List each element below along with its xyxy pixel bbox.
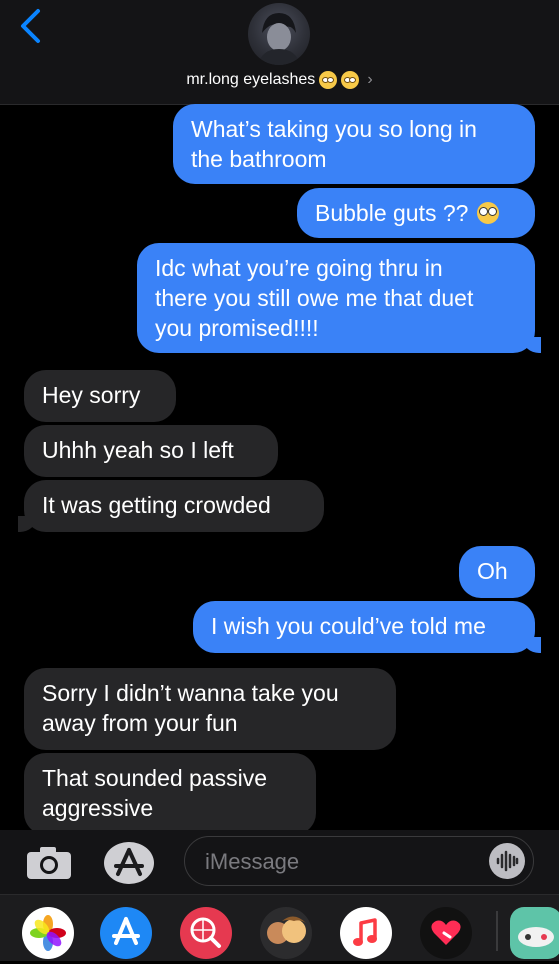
message-text: Oh xyxy=(477,558,508,584)
message-line: Idc what you’re going thru in xyxy=(155,255,443,281)
message-text: Uhhh yeah so I left xyxy=(42,437,234,463)
message-input-placeholder: iMessage xyxy=(205,849,300,874)
eye-roll-emoji-icon xyxy=(319,71,338,89)
camera-icon[interactable] xyxy=(26,846,72,880)
message-bubble-incoming[interactable]: Sorry I didn’t wanna take you away from … xyxy=(24,668,396,750)
message-bubble-incoming[interactable]: Hey sorry xyxy=(24,370,176,422)
message-line: Sorry I didn’t wanna take you xyxy=(42,680,339,706)
photos-icon[interactable] xyxy=(22,907,74,959)
message-line: aggressive xyxy=(42,795,154,821)
chevron-right-icon: › xyxy=(367,71,373,88)
message-line: away from your fun xyxy=(42,710,238,736)
contact-name: mr.long eyelashes xyxy=(186,71,316,88)
message-line: What’s taking you so long in xyxy=(191,116,477,142)
memoji-icon[interactable] xyxy=(260,907,312,959)
app-drawer xyxy=(0,894,559,961)
app-store-icon[interactable] xyxy=(100,907,152,959)
message-bubble-incoming[interactable]: Uhhh yeah so I left xyxy=(24,425,278,477)
message-bubble-outgoing[interactable]: Bubble guts ?? xyxy=(297,188,535,238)
message-text: I wish you could’ve told me xyxy=(211,613,486,639)
message-text: It was getting crowded xyxy=(42,492,271,518)
contact-name-row[interactable]: mr.long eyelashes › xyxy=(0,68,559,92)
message-bubble-outgoing[interactable]: Idc what you’re going thru in there you … xyxy=(137,243,541,353)
message-bubble-incoming[interactable]: It was getting crowded xyxy=(18,480,324,532)
contact-avatar[interactable] xyxy=(248,3,310,65)
drawer-separator xyxy=(496,911,498,951)
audio-waveform-icon[interactable] xyxy=(489,843,525,879)
flushed-emoji-icon xyxy=(476,202,499,224)
message-line: you promised!!!! xyxy=(155,315,319,341)
message-bubble-outgoing[interactable]: Oh xyxy=(459,546,535,598)
message-input[interactable]: iMessage xyxy=(184,836,534,886)
app-store-icon[interactable] xyxy=(104,842,154,884)
message-line: That sounded passive xyxy=(42,765,268,791)
message-bubble-incoming[interactable]: That sounded passive aggressive xyxy=(24,753,316,835)
web-search-icon[interactable] xyxy=(180,907,232,959)
digital-touch-icon[interactable] xyxy=(420,907,472,959)
music-icon[interactable] xyxy=(340,907,392,959)
back-chevron-icon[interactable] xyxy=(16,8,46,44)
message-bubble-outgoing[interactable]: I wish you could’ve told me xyxy=(193,601,541,653)
message-line: the bathroom xyxy=(191,146,327,172)
message-text: Bubble guts ?? xyxy=(315,200,469,226)
compose-bar: iMessage xyxy=(0,830,559,894)
conversation-header: mr.long eyelashes › xyxy=(0,0,559,105)
message-line: there you still owe me that duet xyxy=(155,285,474,311)
eye-roll-emoji-icon xyxy=(341,71,360,89)
game-icon[interactable] xyxy=(510,907,559,959)
message-text: Hey sorry xyxy=(42,382,141,408)
message-bubble-outgoing[interactable]: What’s taking you so long in the bathroo… xyxy=(173,104,535,184)
